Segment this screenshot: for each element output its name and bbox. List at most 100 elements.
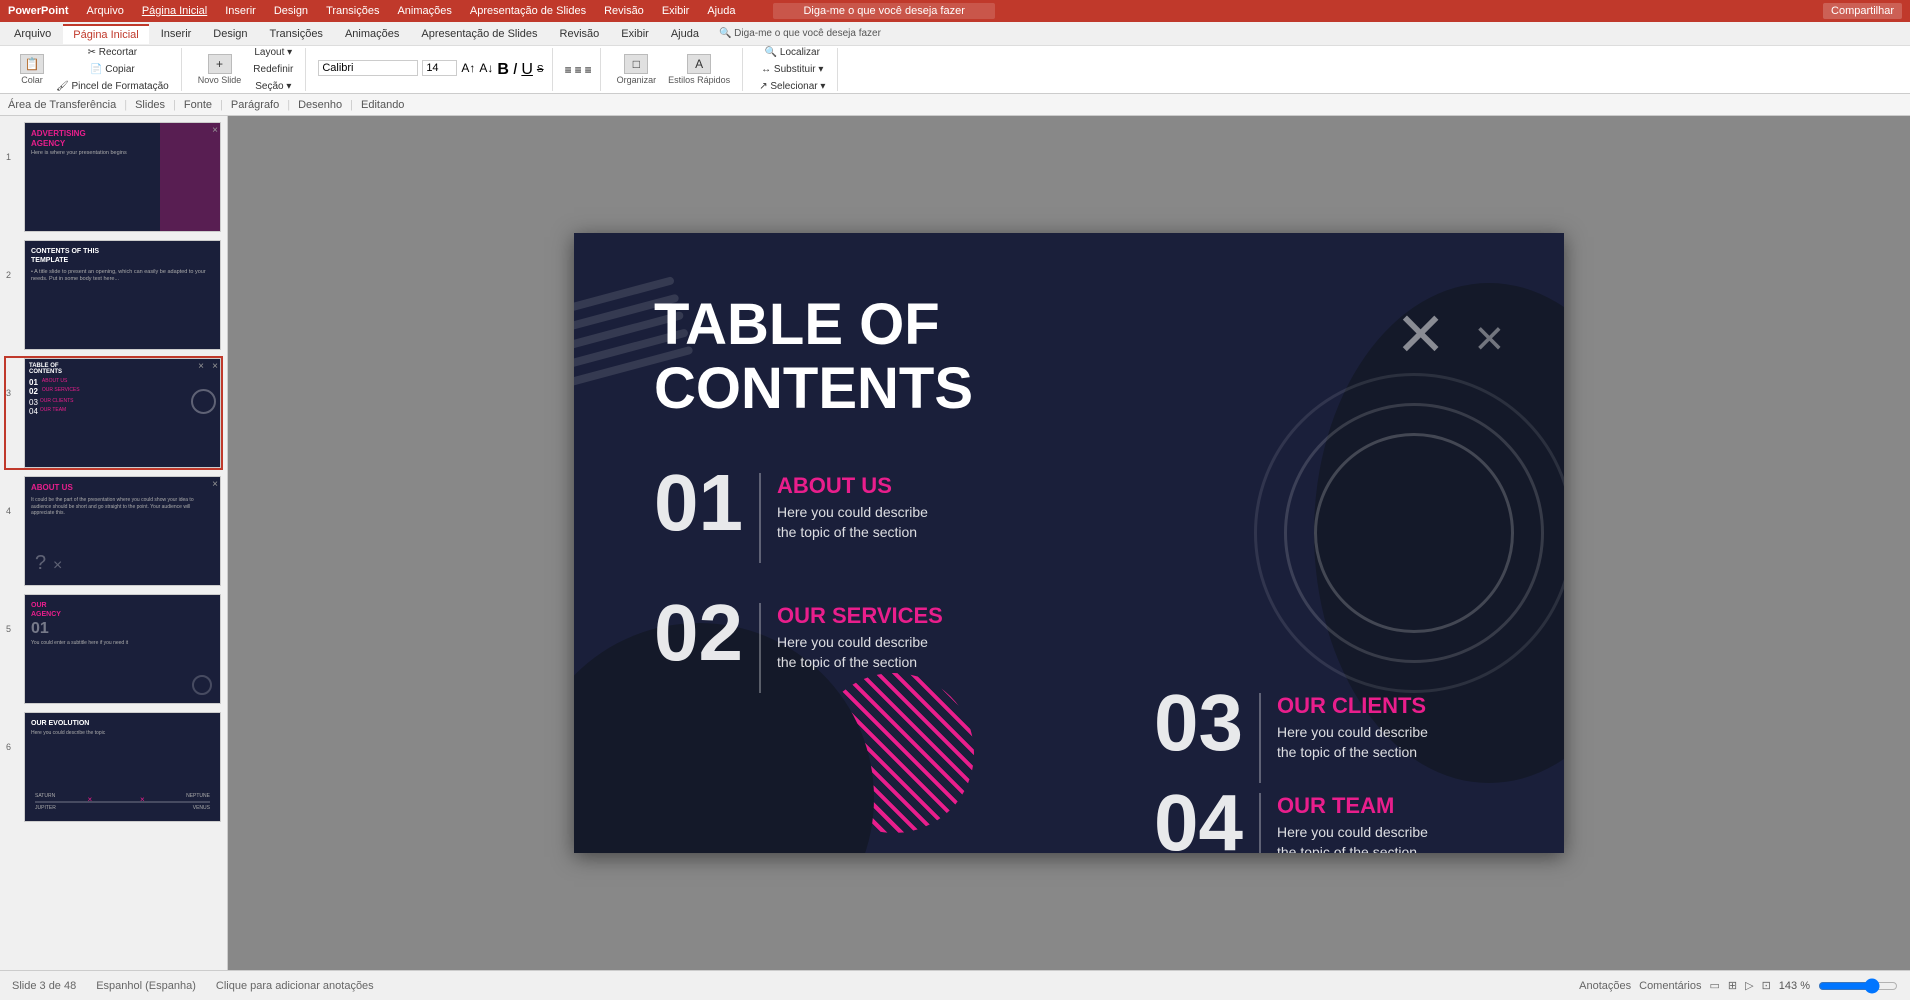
fonte-label: Fonte (184, 99, 212, 111)
menu-animacoes[interactable]: Animações (397, 5, 451, 17)
toc-desc-3: Here you could describe the topic of the… (1277, 723, 1428, 762)
btn-estilos-rapidos[interactable]: A Estilos Rápidos (664, 52, 734, 87)
estilos-icon: A (687, 54, 711, 74)
slide-preview-6[interactable]: OUR EVOLUTION Here you could describe th… (24, 712, 221, 822)
btn-pincel[interactable]: 🖌 Pincel de Formatação (52, 79, 173, 94)
toc-title-4: OUR TEAM (1277, 793, 1428, 819)
btn-novo-slide[interactable]: + Novo Slide (194, 52, 246, 87)
view-normal[interactable]: ▭ (1709, 979, 1719, 992)
tab-transicoes[interactable]: Transições (260, 25, 333, 43)
ribbon-group-paragrafo: ≡ ≡ ≡ (557, 48, 601, 91)
slide-thumb-1[interactable]: 1 ADVERTISING AGENCY Here is where your … (4, 120, 223, 234)
tab-pagina-inicial[interactable]: Página Inicial (63, 24, 148, 44)
font-size-input[interactable] (422, 60, 457, 76)
menu-revisao[interactable]: Revisão (604, 5, 644, 17)
btn-secao[interactable]: Seção ▾ (249, 79, 297, 94)
slide-panel[interactable]: 1 ADVERTISING AGENCY Here is where your … (0, 116, 228, 970)
tab-animacoes[interactable]: Animações (335, 25, 409, 43)
notes-btn[interactable]: Anotações (1579, 980, 1631, 992)
share-button[interactable]: Compartilhar (1823, 3, 1902, 19)
menu-pagina-inicial[interactable]: Página Inicial (142, 5, 207, 17)
btn-localizar[interactable]: 🔍 Localizar (755, 45, 829, 60)
ribbon: Arquivo Página Inicial Inserir Design Tr… (0, 22, 1910, 94)
menu-apresentacao[interactable]: Apresentação de Slides (470, 5, 586, 17)
tab-exibir[interactable]: Exibir (611, 25, 659, 43)
bold-btn[interactable]: B (497, 61, 509, 79)
view-slide-sorter[interactable]: ⊞ (1728, 979, 1737, 992)
slide-preview-4[interactable]: ABOUT US It could be the part of the pre… (24, 476, 221, 586)
btn-layout[interactable]: Layout ▾ (249, 45, 297, 60)
desenho-label: Desenho (298, 99, 342, 111)
tab-design[interactable]: Design (203, 25, 257, 43)
btn-redefinir[interactable]: Redefinir (249, 62, 297, 77)
canvas-area[interactable]: × × TABLE OF CONTENTS 01 ABOUT US Here y… (228, 116, 1910, 970)
italic-btn[interactable]: I (513, 61, 517, 79)
tab-ajuda[interactable]: Ajuda (661, 25, 709, 43)
btn-substituir[interactable]: ↔ Substituir ▾ (755, 62, 829, 77)
menu-design[interactable]: Design (274, 5, 308, 17)
search-ribbon[interactable]: 🔍 Diga-me o que você deseja fazer (719, 28, 881, 39)
close-slide-4[interactable]: × (212, 479, 218, 490)
tab-apresentacao[interactable]: Apresentação de Slides (411, 25, 547, 43)
menu-inserir[interactable]: Inserir (225, 5, 256, 17)
slide-thumb-2[interactable]: 2 CONTENTS OF THIS TEMPLATE • A title sl… (4, 238, 223, 352)
align-center-btn[interactable]: ≡ (575, 63, 582, 77)
slide-thumb-4[interactable]: 4 ABOUT US It could be the part of the p… (4, 474, 223, 588)
menu-arquivo[interactable]: Arquivo (87, 5, 124, 17)
slide-preview-2[interactable]: CONTENTS OF THIS TEMPLATE • A title slid… (24, 240, 221, 350)
notes-placeholder[interactable]: Clique para adicionar anotações (216, 980, 374, 992)
zoom-slider[interactable] (1818, 978, 1898, 994)
align-right-btn[interactable]: ≡ (585, 63, 592, 77)
slide-preview-1[interactable]: ADVERTISING AGENCY Here is where your pr… (24, 122, 221, 232)
slide-num-2: 2 (6, 240, 20, 280)
align-left-btn[interactable]: ≡ (565, 63, 572, 77)
ribbon-group-clipboard: 📋 Colar ✂ Recortar 📄 Copiar 🖌 Pincel de … (8, 48, 182, 91)
toc-number-2: 02 (654, 593, 743, 673)
ribbon-group-editando: 🔍 Localizar ↔ Substituir ▾ ↗ Selecionar … (747, 48, 838, 91)
font-size-up[interactable]: A↑ (461, 61, 475, 75)
ribbon-content: 📋 Colar ✂ Recortar 📄 Copiar 🖌 Pincel de … (0, 45, 1910, 93)
editando-label: Editando (361, 99, 404, 111)
tab-inserir[interactable]: Inserir (151, 25, 202, 43)
slide-thumb-3[interactable]: 3 TABLE OF CONTENTS 01 ABOUT US 02 OUR S… (4, 356, 223, 470)
btn-selecionar[interactable]: ↗ Selecionar ▾ (755, 79, 829, 94)
toc-divider-3 (1259, 693, 1261, 783)
toc-item-1: 01 ABOUT US Here you could describe the … (654, 463, 928, 563)
toc-text-1: ABOUT US Here you could describe the top… (777, 463, 928, 542)
slide-thumb-6[interactable]: 6 OUR EVOLUTION Here you could describe … (4, 710, 223, 824)
close-slide-3[interactable]: × (212, 361, 218, 372)
btn-colar[interactable]: 📋 Colar (16, 52, 48, 87)
btn-copiar[interactable]: 📄 Copiar (52, 62, 173, 77)
toc-divider-1 (759, 473, 761, 563)
search-box[interactable]: Diga-me o que você deseja fazer (773, 3, 994, 19)
tab-revisao[interactable]: Revisão (550, 25, 610, 43)
strikethrough-btn[interactable]: S (537, 64, 544, 75)
comments-btn[interactable]: Comentários (1639, 980, 1701, 992)
slide-thumb-5[interactable]: 5 OUR AGENCY 01 You could enter a subtit… (4, 592, 223, 706)
toc-number-4: 04 (1154, 783, 1243, 853)
btn-recortar[interactable]: ✂ Recortar (52, 45, 173, 60)
menu-exibir[interactable]: Exibir (662, 5, 690, 17)
underline-btn[interactable]: U (521, 61, 533, 79)
menu-ajuda[interactable]: Ajuda (707, 5, 735, 17)
slide-preview-5[interactable]: OUR AGENCY 01 You could enter a subtitle… (24, 594, 221, 704)
toc-title-2: OUR SERVICES (777, 603, 943, 629)
slide-num-4: 4 (6, 476, 20, 516)
tab-arquivo[interactable]: Arquivo (4, 25, 61, 43)
area-transferencia-label: Área de Transferência (8, 99, 116, 111)
view-reading[interactable]: ▷ (1745, 979, 1753, 992)
view-presentation[interactable]: ⊡ (1762, 979, 1771, 992)
toc-title-1: ABOUT US (777, 473, 928, 499)
slides-label: Slides (135, 99, 165, 111)
font-family-input[interactable] (318, 60, 418, 76)
slide-preview-3[interactable]: TABLE OF CONTENTS 01 ABOUT US 02 OUR SER… (24, 358, 221, 468)
close-slide-1[interactable]: × (212, 125, 218, 136)
ribbon-group-slides: + Novo Slide Layout ▾ Redefinir Seção ▾ (186, 48, 307, 91)
menu-transicoes[interactable]: Transições (326, 5, 379, 17)
font-size-down[interactable]: A↓ (479, 61, 493, 75)
slide-num-6: 6 (6, 712, 20, 752)
btn-organizar[interactable]: □ Organizar (613, 52, 661, 87)
menu-slide-3[interactable]: × (198, 361, 204, 372)
toc-item-2: 02 OUR SERVICES Here you could describe … (654, 593, 943, 693)
toc-text-3: OUR CLIENTS Here you could describe the … (1277, 683, 1428, 762)
